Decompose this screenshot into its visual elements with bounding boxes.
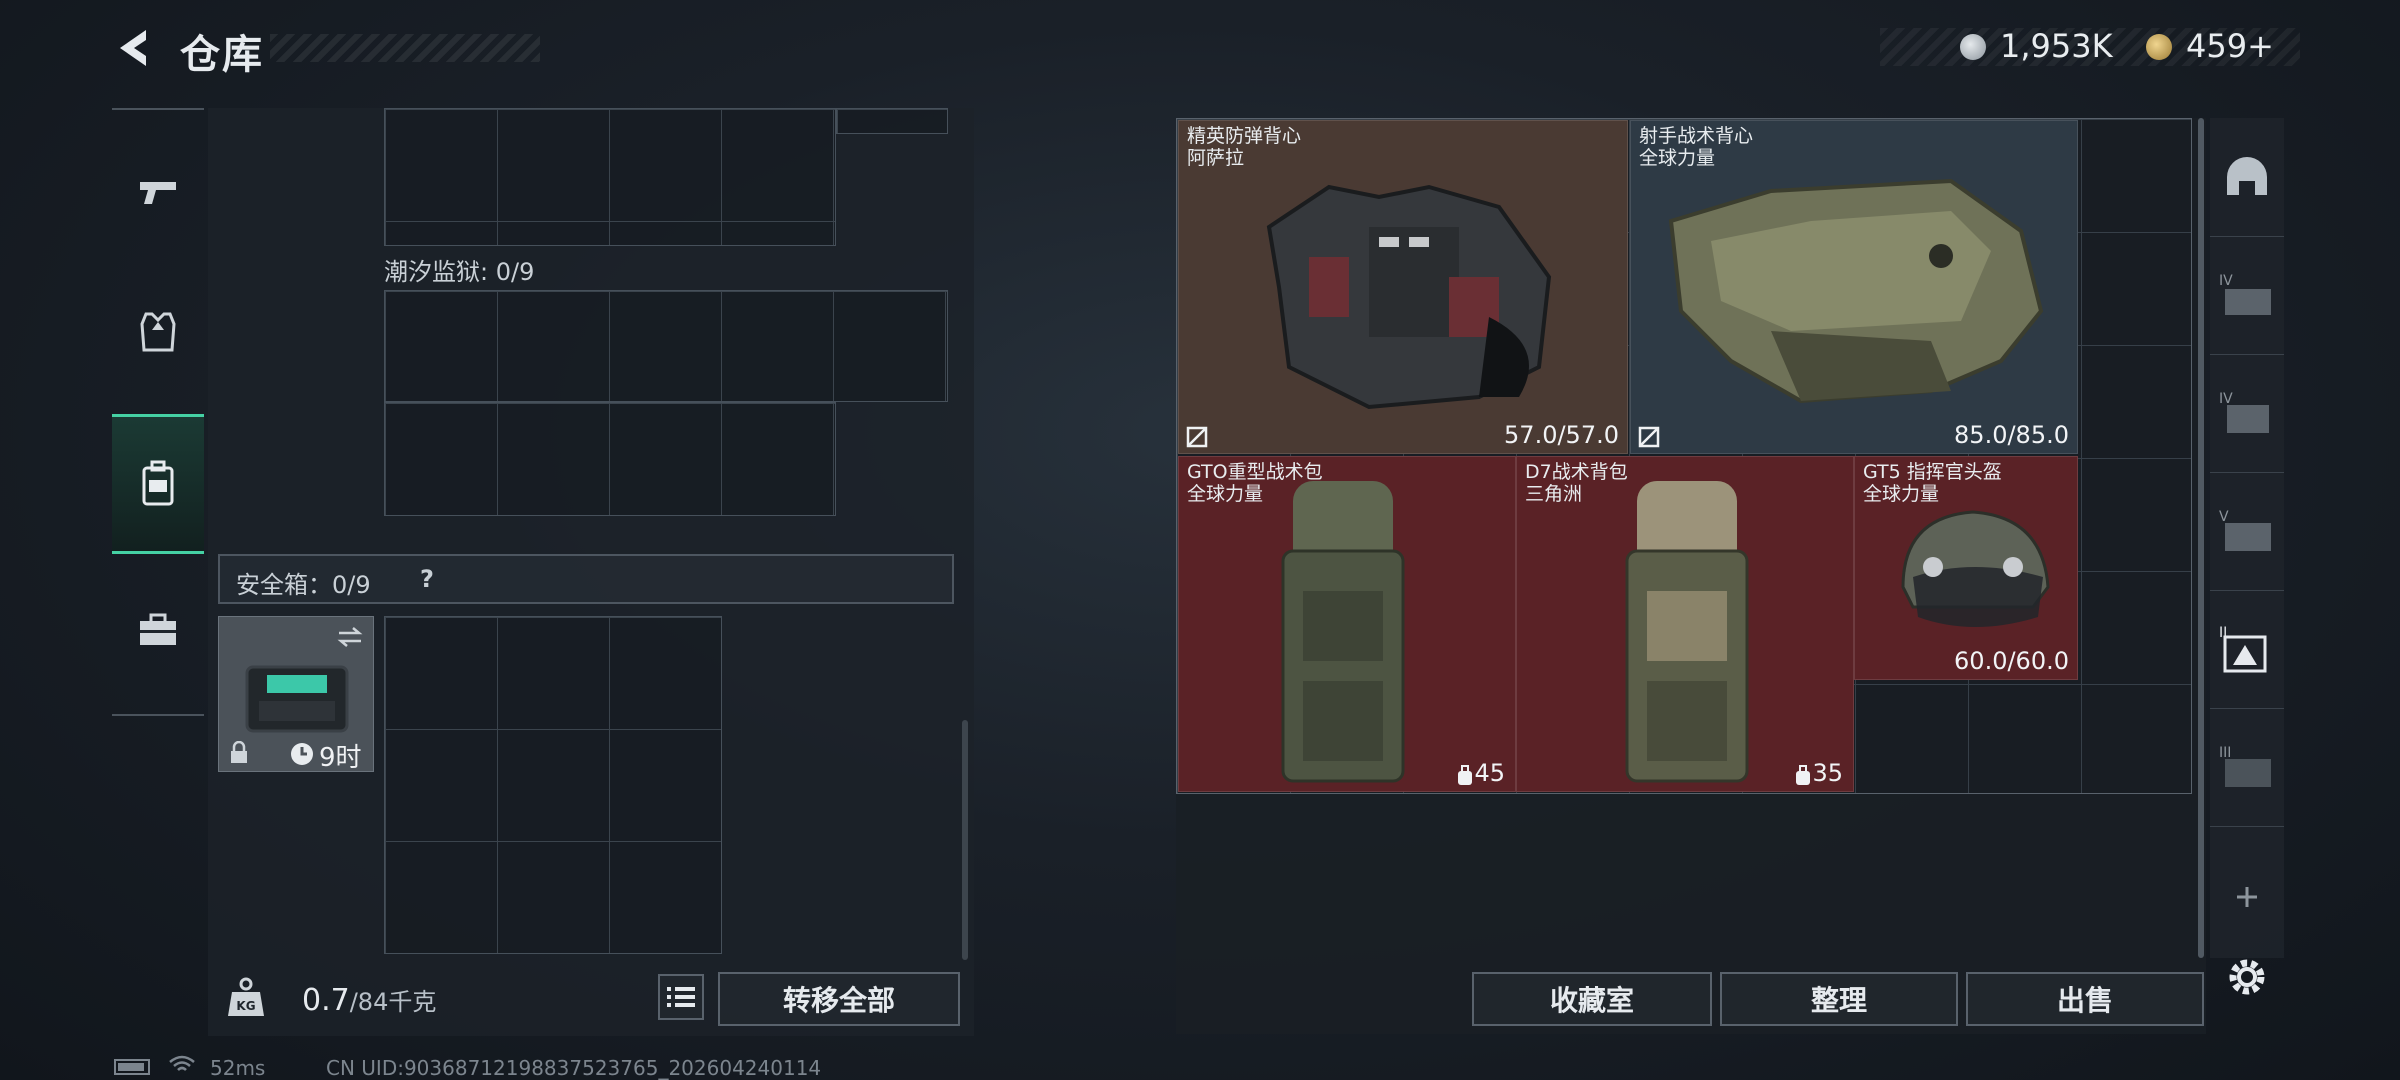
svg-text:KG: KG — [236, 999, 255, 1013]
weight-readout: 0.7/84千克 — [302, 982, 436, 1018]
tide-prison-grid[interactable] — [384, 290, 948, 402]
svg-text:IV: IV — [2219, 273, 2233, 289]
stash-item-marksman-vest[interactable]: 射手战术背心 全球力量 85.0/85.0 — [1630, 120, 2078, 454]
stash-item-elite-vest[interactable]: 精英防弹背心 阿萨拉 57.0/57.0 — [1178, 120, 1628, 454]
category-toolbox[interactable] — [112, 560, 204, 700]
backpack-image — [1625, 481, 1749, 783]
item-durability: 85.0/85.0 — [1954, 421, 2069, 449]
backpack-icon — [142, 460, 174, 506]
svg-text:IV: IV — [2219, 391, 2233, 407]
capacity-icon — [1458, 765, 1472, 785]
filter-armor-v[interactable]: V — [2210, 472, 2284, 591]
list-view-button[interactable] — [658, 974, 704, 1020]
filter-armor-iv[interactable]: IV — [2210, 236, 2284, 355]
armor-tier-v-icon: V — [2219, 509, 2271, 551]
collection-button[interactable]: 收藏室 — [1472, 972, 1712, 1026]
toolbox-icon — [140, 613, 176, 645]
armor-tier-iv-icon: IV — [2219, 391, 2269, 433]
battery-icon — [114, 1059, 150, 1075]
item-durability: 60.0/60.0 — [1954, 647, 2069, 675]
plus-icon — [2237, 887, 2257, 907]
gold-amount: 459+ — [2186, 27, 2274, 65]
back-arrow-icon[interactable] — [110, 24, 158, 72]
safe-box-label: 安全箱：0/9 — [236, 571, 371, 599]
add-filter-button[interactable] — [2210, 838, 2284, 956]
transfer-all-button[interactable]: 转移全部 — [718, 972, 960, 1026]
category-rail — [112, 108, 204, 716]
clock-icon — [291, 743, 313, 765]
stash-item-gto-backpack[interactable]: GTO重型战术包 全球力量 45 — [1178, 456, 1516, 792]
pistol-icon — [140, 182, 176, 204]
stash-scrollbar[interactable] — [2198, 118, 2204, 958]
weight-icon: KG — [228, 977, 264, 1016]
safe-box-grid[interactable] — [384, 616, 722, 954]
weight-max: /84千克 — [349, 988, 437, 1016]
silver-coin-icon — [1960, 34, 1986, 60]
safe-box-item[interactable]: 9时 — [218, 616, 374, 773]
organize-button[interactable]: 整理 — [1720, 972, 1958, 1026]
filter-armor-ii[interactable]: II — [2210, 590, 2284, 709]
silver-amount: 1,953K — [2000, 27, 2113, 65]
weight-current: 0.7 — [302, 983, 350, 1018]
wifi-icon — [169, 1055, 195, 1071]
list-icon — [667, 987, 695, 1007]
settings-gear-icon[interactable] — [2224, 954, 2270, 1000]
item-capacity: 35 — [1812, 759, 1843, 787]
no-repair-icon — [1186, 426, 1208, 448]
safe-box-help[interactable]: ? — [420, 565, 434, 593]
stash-item-gt5-helmet[interactable]: GT5 指挥官头盔 全球力量 60.0/60.0 — [1854, 456, 2078, 680]
armor-vest-image — [1266, 184, 1552, 410]
inventory-scrollbar[interactable] — [962, 720, 968, 960]
stash-item-d7-backpack[interactable]: D7战术背包 三角洲 35 — [1516, 456, 1854, 792]
filter-armor-iii[interactable]: III — [2210, 708, 2284, 827]
filter-armor-iv-alt[interactable]: IV — [2210, 354, 2284, 473]
lock-icon — [231, 741, 247, 763]
item-name: GT5 指挥官头盔 — [1863, 461, 2002, 483]
page-title: 仓库 — [180, 32, 264, 78]
armor-tier-iii-icon: III — [2219, 745, 2271, 787]
container-grid-top — [384, 108, 836, 246]
svg-text:III: III — [2219, 745, 2231, 761]
tide-prison-label: 潮汐监狱: 0/9 — [384, 258, 535, 286]
stash-filter-rail: IV IV V II III — [2210, 118, 2284, 958]
gold-coin-icon — [2146, 34, 2172, 60]
uid-readout: CN UID:9036871219883752376​5_20260424011… — [326, 1056, 822, 1080]
svg-text:V: V — [2219, 509, 2229, 525]
item-name: 射手战术背心 — [1639, 125, 1754, 147]
category-armor[interactable] — [112, 262, 204, 402]
item-capacity: 45 — [1474, 759, 1505, 787]
tactical-vest-image — [1668, 178, 2044, 404]
backpack-image — [1281, 481, 1405, 783]
category-weapons[interactable] — [112, 122, 204, 262]
safe-box-header: 安全箱：0/9 ? — [218, 554, 954, 604]
sell-button[interactable]: 出售 — [1966, 972, 2204, 1026]
title-decoration — [270, 34, 540, 62]
category-backpack[interactable] — [112, 414, 204, 554]
container-grid-top-ext — [836, 108, 948, 134]
helmet-slot-icon — [2227, 157, 2267, 195]
ping-readout: 52ms — [210, 1056, 266, 1080]
tide-prison-grid-lower[interactable] — [384, 402, 836, 516]
filter-helmet[interactable] — [2210, 118, 2284, 237]
item-subtitle: 阿萨拉 — [1187, 147, 1245, 169]
item-durability: 57.0/57.0 — [1504, 421, 1619, 449]
capacity-icon — [1796, 765, 1810, 785]
safe-item-timer: 9时 — [319, 743, 362, 773]
swap-icon[interactable] — [335, 625, 365, 649]
armor-tier-ii-icon: II — [2219, 625, 2267, 673]
armor-vest-icon — [140, 312, 176, 352]
no-repair-icon — [1638, 426, 1660, 448]
helmet-image — [1901, 510, 2050, 627]
armor-tier-iv-icon: IV — [2219, 273, 2271, 315]
item-name: 精英防弹背心 — [1187, 125, 1302, 147]
